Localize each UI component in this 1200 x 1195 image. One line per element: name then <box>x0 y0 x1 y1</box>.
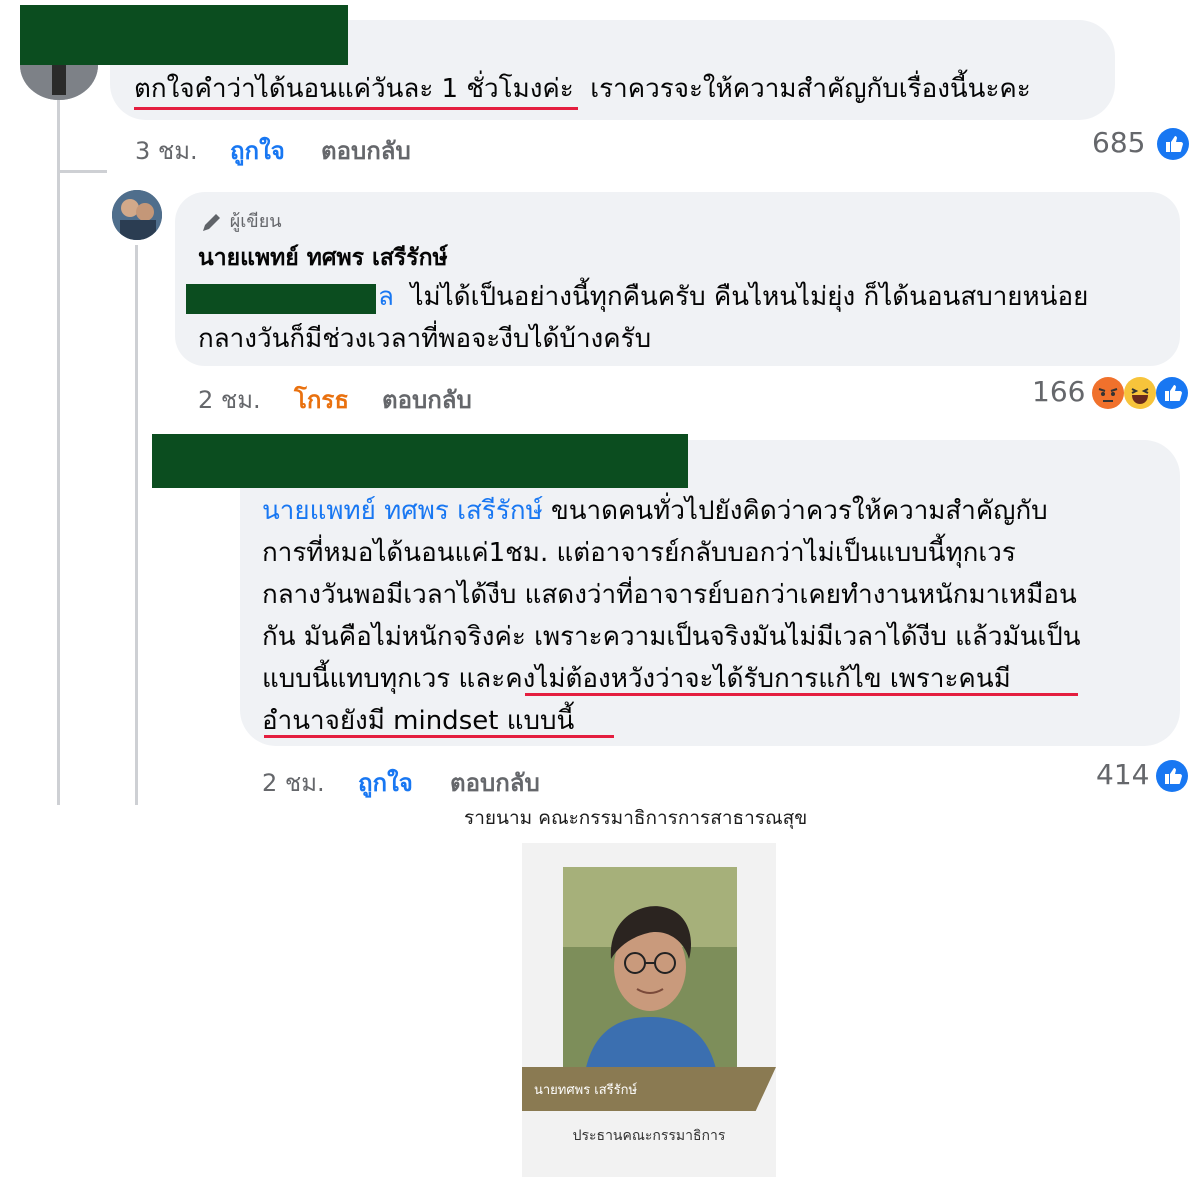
reply-like-button[interactable]: ถูกใจ <box>358 763 413 802</box>
author-reply-meta: 2 ชม. โกรธ ตอบกลับ <box>198 380 598 414</box>
reply-line1: ขนาดคนทั่วไปยังคิดว่าควรให้ความสำคัญกับ <box>550 496 1048 526</box>
person-title: ประธานคณะกรรมาธิการ <box>572 1128 726 1144</box>
author-avatar[interactable] <box>112 190 162 240</box>
reaction-count[interactable]: 414 <box>1096 758 1149 791</box>
reply-text: นายแพทย์ ทศพร เสรีรักษ์ ขนาดคนทั่วไปยังค… <box>262 490 1172 742</box>
comment-text: ตกใจคำว่าได้นอนแค่วันละ 1 ชั่วโมงค่ะ เรา… <box>134 68 1114 110</box>
pen-icon <box>203 214 220 231</box>
haha-icon <box>1124 377 1156 409</box>
author-name[interactable]: นายแพทย์ ทศพร เสรีรักษ์ <box>198 240 448 276</box>
reaction-count[interactable]: 685 <box>1092 126 1145 159</box>
thread-branch <box>57 170 107 173</box>
author-badge-label: ผู้เขียน <box>229 211 282 232</box>
redacted-name-block <box>152 434 688 488</box>
reply-meta: 2 ชม. ถูกใจ ตอบกลับ <box>262 763 662 797</box>
author-reply-line1: ไม่ได้เป็นอย่างนี้ทุกคืนครับ คืนไหนไม่ยุ… <box>410 282 1089 312</box>
redacted-name-block <box>20 5 348 65</box>
author-reply-text: ล ไม่ได้เป็นอย่างนี้ทุกคืนครับ คืนไหนไม่… <box>198 276 1168 360</box>
comment-meta: 3 ชม. ถูกใจ ตอบกลับ <box>135 131 535 165</box>
reply-reply-button[interactable]: ตอบกลับ <box>450 763 540 802</box>
author-reply-line2: กลางวันก็มีช่วงเวลาที่พอจะงีบได้บ้างครับ <box>198 324 652 354</box>
thread-line <box>57 100 60 805</box>
angry-icon <box>1092 377 1124 409</box>
comment-text-rest: เราควรจะให้ความสำคัญกับเรื่องนี้นะคะ <box>590 74 1031 104</box>
author-reply-reaction-button[interactable]: โกรธ <box>294 380 349 419</box>
reaction-count[interactable]: 166 <box>1032 375 1085 408</box>
like-icon <box>1156 760 1188 792</box>
author-badge: ผู้เขียน <box>200 206 282 235</box>
profile-card: นายทศพร เสรีรักษ์ ประธานคณะกรรมาธิการ <box>522 843 776 1177</box>
comment-reply-button[interactable]: ตอบกลับ <box>321 131 411 170</box>
red-underline <box>264 735 614 738</box>
thread-line-inner <box>135 245 138 805</box>
portrait-photo <box>563 867 737 1087</box>
reply-line4: กัน มันคือไม่หนักจริงค่ะ เพราะความเป็นจร… <box>262 622 1081 652</box>
like-icon <box>1157 128 1189 160</box>
author-reply-time[interactable]: 2 ชม. <box>198 380 261 419</box>
author-reply-reply-button[interactable]: ตอบกลับ <box>382 380 472 419</box>
mention-tail[interactable]: ล <box>378 282 394 312</box>
red-underline <box>525 693 1078 696</box>
reply-mention[interactable]: นายแพทย์ ทศพร เสรีรักษ์ <box>262 496 543 526</box>
reply-time[interactable]: 2 ชม. <box>262 763 325 802</box>
comment-like-button[interactable]: ถูกใจ <box>230 131 285 170</box>
reply-line3: กลางวันพอมีเวลาได้งีบ แสดงว่าที่อาจารย์บ… <box>262 580 1077 610</box>
reply-line2: การที่หมอได้นอนแค่1ชม. แต่อาจารย์กลับบอก… <box>262 538 1016 568</box>
like-icon <box>1156 377 1188 409</box>
person-name: นายทศพร เสรีรักษ์ <box>534 1083 638 1098</box>
red-underline <box>134 107 578 110</box>
comment-time[interactable]: 3 ชม. <box>135 131 198 170</box>
comment-text-highlighted: ตกใจคำว่าได้นอนแค่วันละ 1 ชั่วโมงค่ะ <box>134 74 574 104</box>
board-heading: รายนาม คณะกรรมาธิการการสาธารณสุข <box>464 807 808 829</box>
